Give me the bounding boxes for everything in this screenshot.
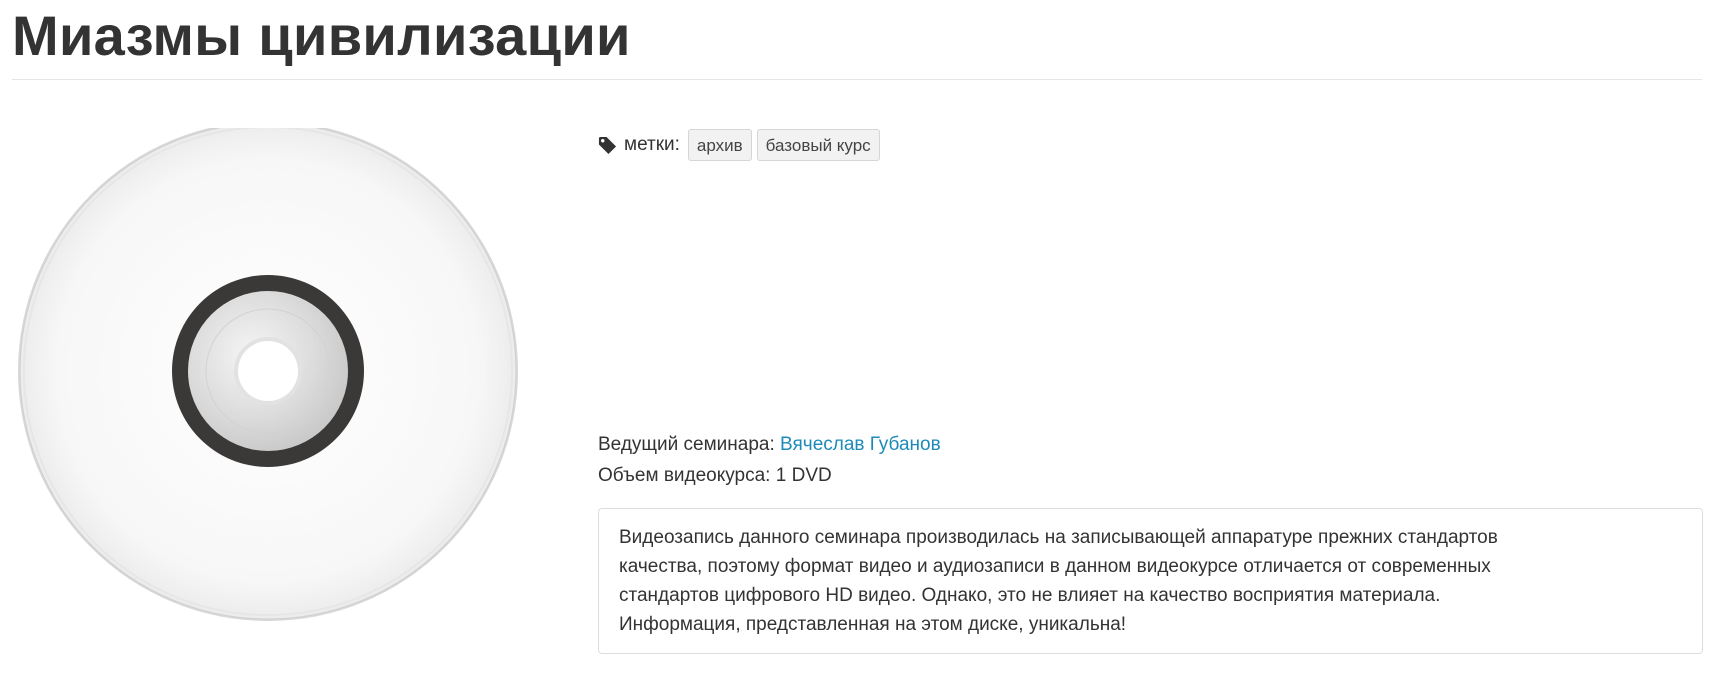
volume-value: 1 DVD (775, 465, 832, 486)
note-line: Информация, представленная на этом диске… (619, 614, 1127, 635)
note-line: Видеозапись данного семинара производила… (619, 527, 1498, 548)
tag-icon (598, 136, 617, 154)
tag-basic-course[interactable]: базовый курс (756, 129, 880, 161)
volume-line: Объем видеокурса: 1 DVD (598, 462, 832, 490)
tags-label: метки: (624, 134, 680, 155)
note-line: качества, поэтому формат видео и аудиоза… (619, 556, 1491, 577)
host-name-link[interactable]: Вячеслав Губанов (780, 434, 941, 455)
volume-label: Объем видеокурса: (598, 465, 771, 486)
quality-note: Видеозапись данного семинара производила… (598, 508, 1703, 654)
page-title: Миазмы цивилизации (12, 4, 631, 67)
note-line: стандартов цифрового HD видео. Однако, э… (619, 585, 1441, 606)
tag-archive[interactable]: архив (687, 129, 752, 161)
title-divider (12, 79, 1702, 80)
host-label: Ведущий семинара: (598, 434, 775, 455)
host-line: Ведущий семинара: Вячеслав Губанов (598, 431, 941, 459)
tags-row: метки: архив базовый курс (598, 128, 885, 162)
dvd-disc-image (18, 128, 518, 621)
